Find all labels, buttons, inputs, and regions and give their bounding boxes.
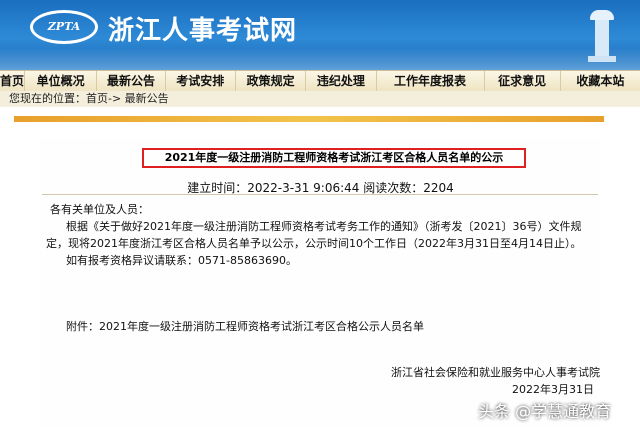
contact-paragraph: 如有报考资格异议请联系：0571-85863690。	[66, 254, 297, 267]
site-title: 浙江人事考试网	[108, 16, 298, 46]
article-title: 2021年度一级注册消防工程师资格考试浙江考区合格人员名单的公示	[142, 148, 526, 168]
watermark: 头条 @学慧通教育	[478, 402, 612, 421]
salutation: 各有关单位及人员：	[50, 203, 149, 216]
logo-text: ZPTA	[47, 20, 81, 33]
menu-item-about[interactable]: 单位概况	[25, 71, 98, 91]
main-menu: 首页 单位概况 最新公告 考试安排 政策规定 违纪处理 工作年度报表 征求意见 …	[0, 70, 640, 92]
breadcrumb: 您现在的位置：首页-> 最新公告	[0, 91, 640, 107]
menu-item-latest-notices[interactable]: 最新公告	[97, 71, 166, 91]
menu-item-policies[interactable]: 政策规定	[236, 71, 307, 91]
menu-item-home[interactable]: 首页	[0, 71, 25, 91]
site-logo[interactable]: ZPTA	[30, 10, 98, 44]
body-paragraph-1-line-2: 定，现将2021年度浙江考区合格人员名单予以公示，公示时间10个工作日（2022…	[46, 237, 582, 250]
menu-item-feedback[interactable]: 征求意见	[485, 71, 561, 91]
divider	[42, 194, 598, 195]
menu-item-exam-schedule[interactable]: 考试安排	[166, 71, 236, 91]
decorative-stripe	[14, 116, 604, 122]
menu-item-violations[interactable]: 违纪处理	[306, 71, 377, 91]
menu-item-annual-report[interactable]: 工作年度报表	[377, 71, 485, 91]
site-banner: ZPTA 浙江人事考试网	[0, 0, 640, 70]
banner-wave	[0, 48, 640, 70]
signature: 浙江省社会保险和就业服务中心人事考试院	[391, 366, 600, 379]
publish-date: 2022年3月31日	[512, 383, 594, 396]
attachment-link[interactable]: 附件：2021年度一级注册消防工程师资格考试浙江考区合格公示人员名单	[66, 318, 424, 334]
pagoda-illustration	[586, 4, 618, 64]
menu-item-bookmark[interactable]: 收藏本站	[561, 71, 640, 91]
body-paragraph-1-line-1: 根据《关于做好2021年度一级注册消防工程师资格考试考务工作的通知》（浙考发〔2…	[66, 220, 582, 233]
